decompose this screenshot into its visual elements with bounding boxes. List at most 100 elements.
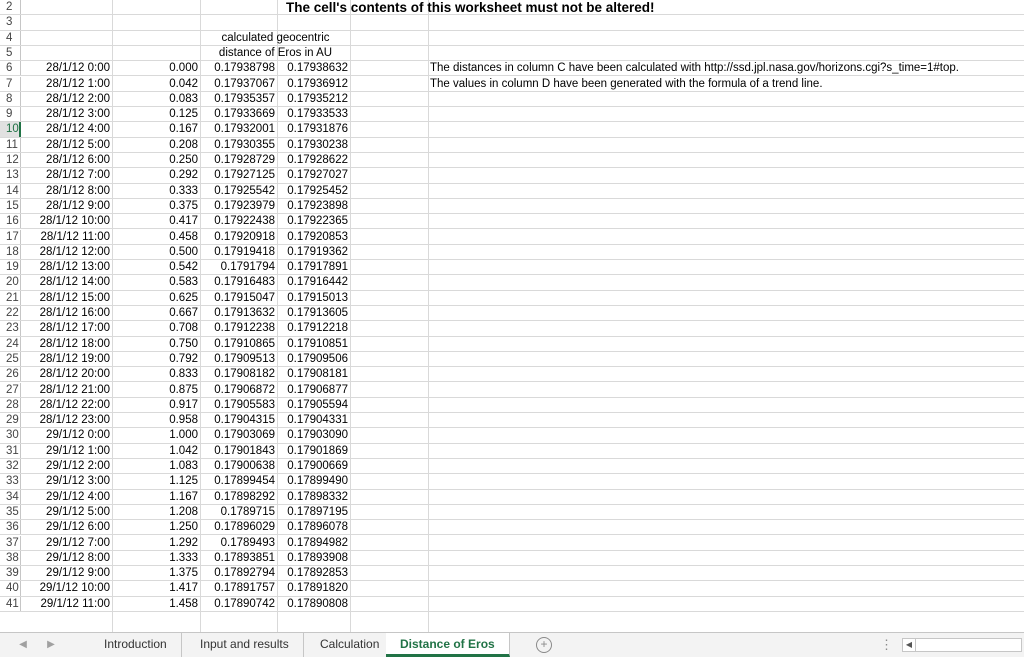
trend-cell[interactable]: 0.17900669: [278, 459, 350, 473]
days-cell[interactable]: 0.833: [113, 367, 200, 381]
days-cell[interactable]: 0.125: [113, 107, 200, 121]
row-header[interactable]: 41: [0, 596, 21, 611]
datetime-cell[interactable]: 28/1/12 15:00: [22, 291, 112, 305]
row-header[interactable]: 32: [0, 459, 21, 474]
days-cell[interactable]: 1.333: [113, 551, 200, 565]
trend-cell[interactable]: 0.17909506: [278, 352, 350, 366]
sheet-row[interactable]: 9 28/1/12 3:00 0.125 0.17933669 0.17933533: [0, 107, 1024, 123]
datetime-cell[interactable]: 28/1/12 6:00: [22, 153, 112, 167]
days-cell[interactable]: 0.000: [113, 61, 200, 75]
row-header[interactable]: 6: [0, 61, 21, 76]
row-header[interactable]: 4: [0, 30, 21, 45]
datetime-cell[interactable]: 29/1/12 8:00: [22, 551, 112, 565]
datetime-cell[interactable]: 28/1/12 16:00: [22, 306, 112, 320]
row-header[interactable]: 38: [0, 550, 21, 566]
sheet-tab[interactable]: Calculation: [306, 633, 395, 657]
trend-cell[interactable]: 0.17928622: [278, 153, 350, 167]
row-header[interactable]: 23: [0, 321, 21, 336]
row-header[interactable]: 34: [0, 489, 21, 504]
days-cell[interactable]: 0.417: [113, 214, 200, 228]
sheet-row[interactable]: 28 28/1/12 22:00 0.917 0.17905583 0.17905594: [0, 397, 1024, 414]
row-header[interactable]: 11: [0, 137, 21, 152]
sheet-row[interactable]: 12 28/1/12 6:00 0.250 0.17928729 0.17928622: [0, 153, 1024, 169]
days-cell[interactable]: 0.083: [113, 92, 200, 106]
distance-cell[interactable]: 0.17927125: [201, 168, 277, 182]
trend-cell[interactable]: 0.17906877: [278, 383, 350, 397]
sheet-tab[interactable]: Distance of Eros: [386, 633, 510, 657]
datetime-cell[interactable]: 29/1/12 5:00: [22, 505, 112, 519]
days-cell[interactable]: 0.625: [113, 291, 200, 305]
sheet-row[interactable]: 3: [0, 15, 1024, 31]
distance-cell[interactable]: 0.17919418: [201, 245, 277, 259]
datetime-cell[interactable]: 28/1/12 19:00: [22, 352, 112, 366]
distance-cell[interactable]: 0.17920918: [201, 230, 277, 244]
distance-cell[interactable]: 0.1789715: [201, 505, 277, 519]
trend-cell[interactable]: 0.17912218: [278, 321, 350, 335]
days-cell[interactable]: 0.708: [113, 321, 200, 335]
trend-cell[interactable]: 0.17894982: [278, 536, 350, 550]
distance-cell[interactable]: 0.17935357: [201, 92, 277, 106]
sheet-row[interactable]: 39 29/1/12 9:00 1.375 0.17892794 0.17892853: [0, 566, 1024, 582]
trend-cell[interactable]: 0.17925452: [278, 184, 350, 198]
days-cell[interactable]: 0.500: [113, 245, 200, 259]
trend-cell[interactable]: 0.17903090: [278, 428, 350, 442]
sheet-row[interactable]: 32 29/1/12 2:00 1.083 0.17900638 0.17900669: [0, 459, 1024, 475]
trend-cell[interactable]: 0.17938632: [278, 61, 350, 75]
sheet-row[interactable]: 34 29/1/12 4:00 1.167 0.17898292 0.17898332: [0, 489, 1024, 505]
sheet-row[interactable]: 25 28/1/12 19:00 0.792 0.17909513 0.17909506: [0, 351, 1024, 368]
trend-cell[interactable]: 0.17933533: [278, 107, 350, 121]
sheet-row[interactable]: 38 29/1/12 8:00 1.333 0.17893851 0.17893908: [0, 550, 1024, 567]
trend-cell[interactable]: 0.17899490: [278, 474, 350, 488]
trend-cell[interactable]: 0.17922365: [278, 214, 350, 228]
distance-cell[interactable]: 0.17908182: [201, 367, 277, 381]
sheet-row[interactable]: 23 28/1/12 17:00 0.708 0.17912238 0.17912218: [0, 321, 1024, 337]
sheet-row[interactable]: 2 The cell's contents of this worksheet m…: [0, 0, 1024, 16]
datetime-cell[interactable]: 28/1/12 7:00: [22, 168, 112, 182]
trend-cell[interactable]: 0.17919362: [278, 245, 350, 259]
distance-cell[interactable]: 0.17937067: [201, 77, 277, 91]
sheet-row[interactable]: 33 29/1/12 3:00 1.125 0.17899454 0.17899490: [0, 474, 1024, 490]
days-cell[interactable]: 0.333: [113, 184, 200, 198]
trend-cell[interactable]: 0.17893908: [278, 551, 350, 565]
distance-cell[interactable]: 0.17898292: [201, 490, 277, 504]
trend-cell[interactable]: 0.17913605: [278, 306, 350, 320]
row-header[interactable]: 33: [0, 474, 21, 489]
distance-cell[interactable]: 0.17913632: [201, 306, 277, 320]
datetime-cell[interactable]: 28/1/12 23:00: [22, 413, 112, 427]
sheet-row[interactable]: 13 28/1/12 7:00 0.292 0.17927125 0.17927027: [0, 168, 1024, 184]
sheet-row[interactable]: 5 distance of Eros in AU: [0, 45, 1024, 62]
days-cell[interactable]: 0.458: [113, 230, 200, 244]
row-header[interactable]: 29: [0, 413, 21, 428]
days-cell[interactable]: 1.375: [113, 566, 200, 580]
trend-cell[interactable]: 0.17904331: [278, 413, 350, 427]
distance-cell[interactable]: 0.17904315: [201, 413, 277, 427]
days-cell[interactable]: 1.417: [113, 581, 200, 595]
distance-cell[interactable]: 0.17890742: [201, 597, 277, 611]
next-sheet-icon[interactable]: ▶: [44, 638, 58, 652]
row-header[interactable]: 31: [0, 443, 21, 458]
distance-cell[interactable]: 0.17910865: [201, 337, 277, 351]
datetime-cell[interactable]: 29/1/12 6:00: [22, 520, 112, 534]
sheet-row[interactable]: 7 28/1/12 1:00 0.042 0.17937067 0.17936912 Th…: [0, 76, 1024, 92]
trend-cell[interactable]: 0.17927027: [278, 168, 350, 182]
days-cell[interactable]: 0.208: [113, 138, 200, 152]
sheet-row[interactable]: 40 29/1/12 10:00 1.417 0.17891757 0.17891820: [0, 581, 1024, 597]
datetime-cell[interactable]: 28/1/12 20:00: [22, 367, 112, 381]
sheet-row[interactable]: 29 28/1/12 23:00 0.958 0.17904315 0.17904331: [0, 413, 1024, 429]
sheet-row[interactable]: 24 28/1/12 18:00 0.750 0.17910865 0.17910851: [0, 336, 1024, 352]
trend-cell[interactable]: 0.17892853: [278, 566, 350, 580]
datetime-cell[interactable]: 28/1/12 18:00: [22, 337, 112, 351]
sheet-tab[interactable]: Input and results: [186, 633, 304, 657]
sheet-row[interactable]: 17 28/1/12 11:00 0.458 0.17920918 0.17920853: [0, 229, 1024, 245]
trend-cell[interactable]: 0.17917891: [278, 260, 350, 274]
datetime-cell[interactable]: 28/1/12 22:00: [22, 398, 112, 412]
row-header[interactable]: 28: [0, 397, 21, 413]
datetime-cell[interactable]: 28/1/12 17:00: [22, 321, 112, 335]
trend-cell[interactable]: 0.17931876: [278, 122, 350, 136]
distance-cell[interactable]: 0.1789493: [201, 536, 277, 550]
days-cell[interactable]: 1.250: [113, 520, 200, 534]
distance-cell[interactable]: 0.17909513: [201, 352, 277, 366]
row-header[interactable]: 17: [0, 229, 21, 244]
trend-cell[interactable]: 0.17923898: [278, 199, 350, 213]
row-header[interactable]: 30: [0, 428, 21, 443]
